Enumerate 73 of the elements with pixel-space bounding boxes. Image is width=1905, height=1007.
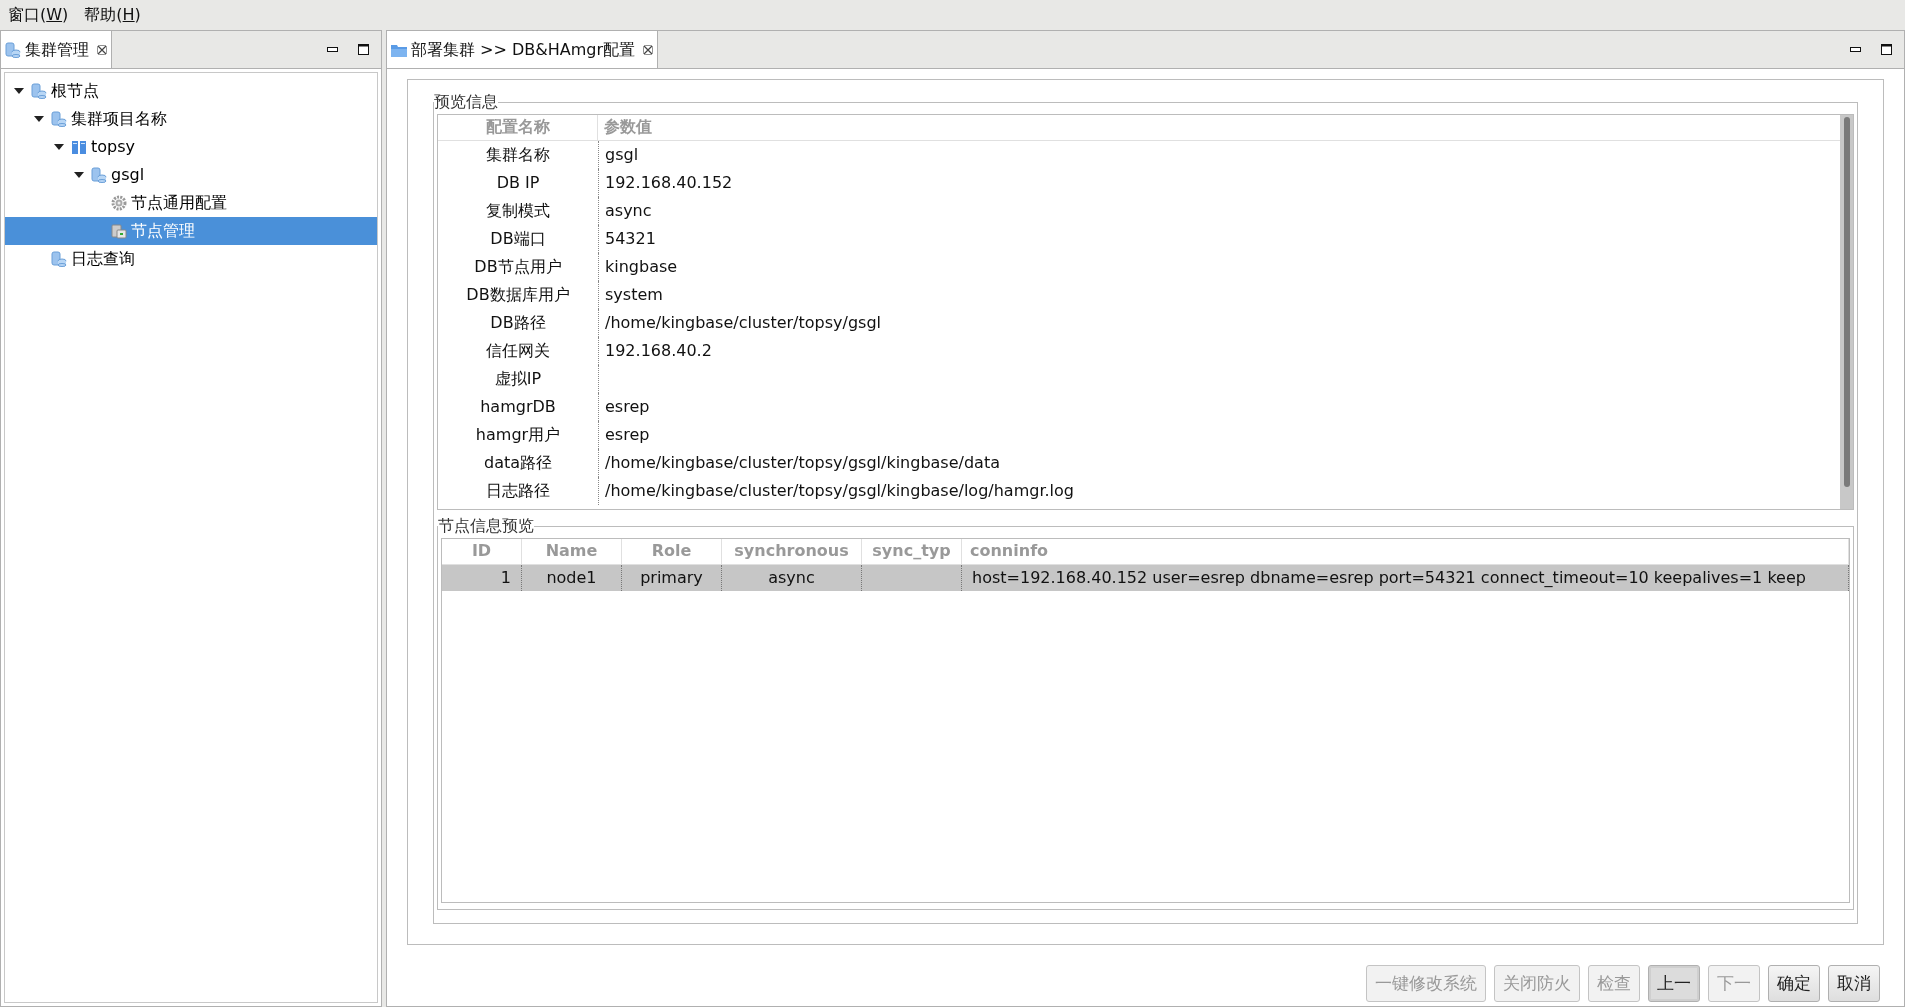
close-icon[interactable] xyxy=(97,44,107,55)
scrollbar[interactable] xyxy=(1840,115,1853,509)
table-cell-text: hamgrDB xyxy=(479,396,557,418)
tree-label: 日志查询 xyxy=(71,248,135,270)
database-icon xyxy=(31,83,47,99)
minimize-icon[interactable] xyxy=(327,47,338,52)
expander-icon[interactable] xyxy=(74,171,84,179)
table-cell-text: 54321 xyxy=(604,228,656,250)
table-cell-text: data路径 xyxy=(482,452,553,474)
menu-item[interactable]: 帮助(H) xyxy=(84,3,141,27)
tree-label: 节点通用配置 xyxy=(131,192,227,214)
tree-label: 集群项目名称 xyxy=(71,108,167,130)
table-cell-text: 192.168.40.152 xyxy=(604,172,733,194)
table-cell-text: esrep xyxy=(604,396,650,418)
expander-icon[interactable] xyxy=(14,87,24,95)
table-cell-text: /home/kingbase/cluster/topsy/gsgl/kingbase/data xyxy=(604,452,1000,474)
expander-icon[interactable] xyxy=(54,143,64,151)
table-cell-text: primary xyxy=(640,567,703,589)
table-cell-text: 信任网关 xyxy=(485,340,551,362)
tree-item[interactable]: 日志查询 xyxy=(5,245,377,273)
group-title: 预览信息 xyxy=(434,91,498,113)
folder-icon xyxy=(391,42,407,57)
table-cell-text: DB数据库用户 xyxy=(465,284,571,306)
tree-label: 根节点 xyxy=(51,80,99,102)
maximize-icon[interactable] xyxy=(1881,44,1892,55)
panel-tab[interactable]: 部署集群 >> DB&HAmgr配置 xyxy=(387,31,659,68)
minimize-icon[interactable] xyxy=(1850,47,1861,52)
menu-item[interactable]: 窗口(W) xyxy=(8,3,69,27)
table-cell-text: kingbase xyxy=(604,256,678,278)
table-cell-text: node1 xyxy=(546,567,597,589)
table-cell-text: system xyxy=(604,284,663,306)
tree-item[interactable]: 集群项目名称 xyxy=(5,105,377,133)
table-cell-text: esrep xyxy=(604,424,650,446)
table-cell-text: DB端口 xyxy=(489,228,547,250)
table-cell-text: /home/kingbase/cluster/topsy/gsgl/kingbase/log/hamgr.log xyxy=(604,480,1074,502)
table-cell-text: 192.168.40.2 xyxy=(604,340,712,362)
table-cell-text: DB节点用户 xyxy=(473,256,563,278)
gear-icon xyxy=(111,195,127,211)
tree-item[interactable]: gsgl xyxy=(5,161,377,189)
dialog-button[interactable]: 上一 xyxy=(1648,965,1700,1002)
table-cell-text: 集群名称 xyxy=(485,144,551,166)
group-title: 节点信息预览 xyxy=(438,515,534,537)
dialog-button[interactable]: 取消 xyxy=(1828,965,1880,1002)
close-icon[interactable] xyxy=(643,44,654,55)
table-cell-text: /home/kingbase/cluster/topsy/gsgl xyxy=(604,312,881,334)
dialog-button[interactable]: 确定 xyxy=(1768,965,1820,1002)
tree-label: topsy xyxy=(91,136,136,158)
table-cell-text: async xyxy=(604,200,652,222)
table-cell-text: gsgl xyxy=(604,144,639,166)
panel-tab[interactable]: 集群管理 xyxy=(1,31,112,68)
table-cell-text: 复制模式 xyxy=(485,200,551,222)
database-icon xyxy=(5,41,21,58)
database-icon xyxy=(51,251,67,267)
table-cell-text: DB路径 xyxy=(489,312,547,334)
table-row[interactable]: 1 node1 primary async host=192.168.40.152 user=esrep dbname=esrep port=54321 connect_timeout=10 keepalives=1 keep xyxy=(442,565,1849,591)
database-icon xyxy=(51,111,67,127)
server-icon xyxy=(71,139,87,155)
expander-icon[interactable] xyxy=(34,115,44,123)
table-cell-text: host=192.168.40.152 user=esrep dbname=esrep port=54321 connect_timeout=10 keepalives=1 keep xyxy=(972,567,1806,589)
tree-item[interactable]: 节点通用配置 xyxy=(5,189,377,217)
maximize-icon[interactable] xyxy=(358,44,369,55)
table-cell-text: 虚拟IP xyxy=(493,368,543,390)
table-cell-text: 1 xyxy=(500,567,511,589)
tree-label: gsgl xyxy=(111,164,145,186)
database-icon xyxy=(91,167,107,183)
table-cell-text: 日志路径 xyxy=(485,480,551,502)
tree-item[interactable]: 根节点 xyxy=(5,77,377,105)
tree-item[interactable]: topsy xyxy=(5,133,377,161)
tree-label: 节点管理 xyxy=(131,220,195,242)
table-cell-text: async xyxy=(768,567,815,589)
table-cell-text: hamgr用户 xyxy=(474,424,562,446)
node-icon xyxy=(111,223,127,239)
table-cell-text: DB IP xyxy=(495,172,541,194)
